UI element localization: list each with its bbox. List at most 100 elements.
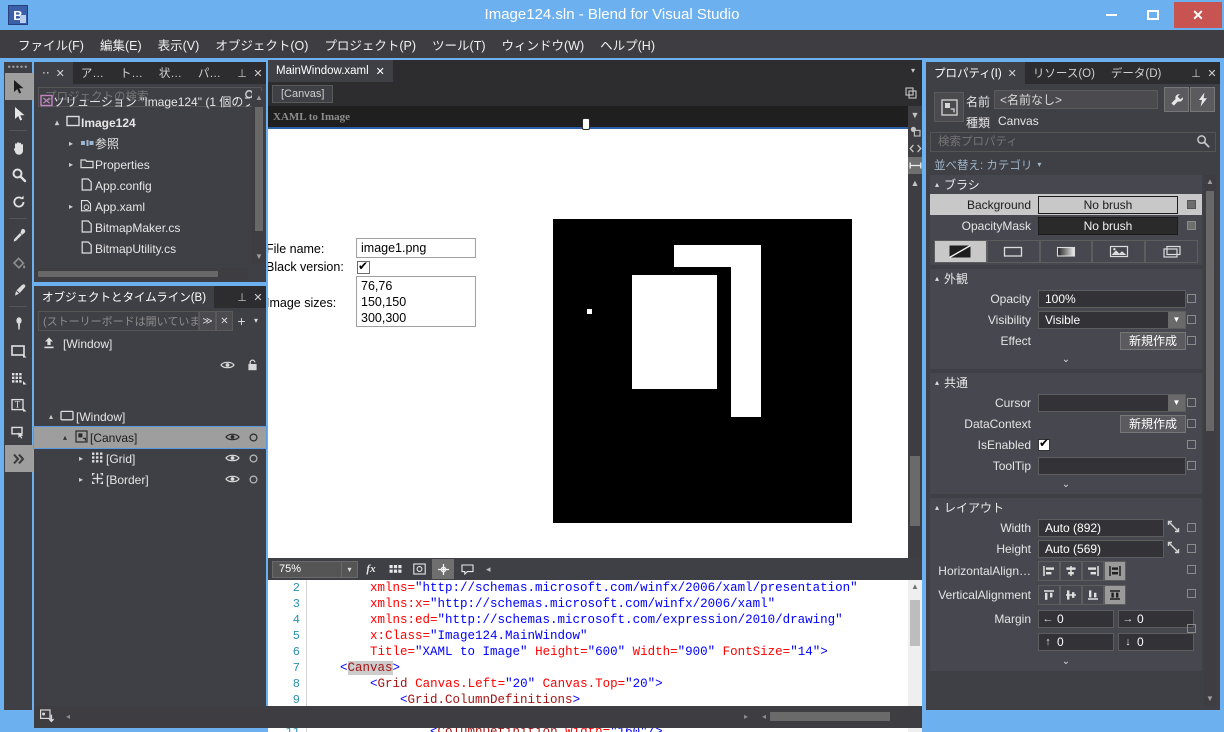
tab-parts[interactable]: パ…	[189, 62, 229, 84]
scroll-down-icon[interactable]: ▼	[1204, 692, 1216, 706]
group-title[interactable]: ▴ 共通	[930, 373, 1202, 392]
status-horizontal-scrollbar[interactable]: ◂ ▸	[62, 709, 752, 724]
annotation-button[interactable]	[456, 559, 478, 579]
file-name-input[interactable]: image1.png	[356, 238, 476, 258]
halign-right-button[interactable]	[1082, 561, 1104, 581]
property-row-width[interactable]: Width Auto (892)	[930, 517, 1202, 538]
visibility-toggle[interactable]	[225, 452, 240, 466]
chevron-down-icon[interactable]: ▴	[50, 118, 64, 127]
advanced-options-icon[interactable]	[1187, 523, 1196, 532]
effect-new-button[interactable]: 新規作成	[1119, 331, 1186, 350]
tree-item-bitmaputility[interactable]: BitmapUtility.cs	[38, 238, 250, 259]
tab-resources[interactable]: リソース(O)	[1024, 62, 1103, 84]
zoom-tool[interactable]	[5, 161, 33, 188]
margin-left-input[interactable]: ← 0	[1038, 609, 1114, 628]
chevron-down-icon[interactable]: ▴	[44, 412, 58, 421]
chevron-right-icon[interactable]: ▸	[64, 202, 78, 211]
halign-stretch-button[interactable]	[1104, 561, 1126, 581]
tree-item-references[interactable]: ▸ 参照	[38, 133, 250, 154]
scroll-right-icon[interactable]: ▸	[744, 712, 748, 721]
panel-close-icon[interactable]: ✕	[250, 286, 266, 308]
xaml-code-icon[interactable]	[908, 140, 922, 157]
datacontext-new-button[interactable]: 新規作成	[1119, 414, 1186, 433]
split-design-icon[interactable]	[908, 123, 922, 140]
tab-mainwindow-xaml[interactable]: MainWindow.xaml ✕	[268, 60, 393, 82]
snap-button[interactable]	[408, 559, 430, 579]
scrollbar-thumb[interactable]	[1206, 191, 1214, 431]
advanced-options-icon[interactable]	[1187, 461, 1196, 470]
tab-properties[interactable]: プロパティ(I) ✕	[926, 62, 1025, 84]
collapse-caret-icon[interactable]: ◂	[478, 564, 499, 575]
chevron-down-icon[interactable]: ▼	[1168, 394, 1185, 411]
pan-tool[interactable]	[5, 134, 33, 161]
menu-project[interactable]: プロジェクト(P)	[316, 31, 424, 58]
storyboard-close-button[interactable]: ✕	[216, 311, 233, 331]
chevron-right-icon[interactable]: ▸	[74, 475, 88, 484]
tab-objects-timeline[interactable]: オブジェクトとタイムライン(B)	[34, 286, 215, 308]
property-row-isenabled[interactable]: IsEnabled	[930, 434, 1202, 455]
advanced-options-icon[interactable]	[1187, 589, 1196, 598]
minimize-button[interactable]	[1090, 2, 1132, 28]
appearance-expand-toggle[interactable]: ⌄	[930, 351, 1202, 367]
property-row-margin-2[interactable]: ↑ 0 ↓ 0	[930, 624, 1202, 653]
property-row-height[interactable]: Height Auto (569)	[930, 538, 1202, 559]
menu-object[interactable]: オブジェクト(O)	[207, 31, 316, 58]
lock-toggle[interactable]	[249, 452, 258, 466]
property-row-opacity[interactable]: Opacity 100%	[930, 288, 1202, 309]
visibility-select[interactable]: Visible ▼	[1038, 310, 1186, 329]
no-brush-tab[interactable]	[934, 240, 987, 263]
tab-states[interactable]: 状…	[150, 62, 190, 84]
scroll-down-icon[interactable]: ▼	[252, 250, 266, 264]
pin-icon[interactable]: ⊥	[234, 286, 250, 308]
design-surface[interactable]: XAML to Image File name: image1.png Blac…	[268, 106, 908, 558]
scroll-left-icon[interactable]: ◂	[66, 712, 70, 721]
scope-up-icon[interactable]	[42, 336, 56, 353]
solution-tree-horizontal-scrollbar[interactable]	[38, 268, 248, 280]
group-title[interactable]: ▴ ブラシ	[930, 175, 1202, 194]
events-view-button[interactable]	[1190, 87, 1215, 112]
textbox-tool[interactable]: T	[5, 391, 33, 418]
scroll-up-icon[interactable]: ▲	[252, 91, 266, 105]
tools-drag-handle[interactable]: •••••	[5, 63, 31, 73]
maximize-button[interactable]	[1132, 2, 1174, 28]
advanced-options-icon[interactable]	[1187, 221, 1196, 230]
chevron-down-icon[interactable]: ▾	[904, 60, 922, 82]
object-item-grid[interactable]: ▸ [Grid]	[34, 448, 266, 469]
group-title[interactable]: ▴ レイアウト	[930, 498, 1202, 517]
property-row-verticalalignment[interactable]: VerticalAlignment	[930, 583, 1202, 607]
pin-icon[interactable]: ⊥	[234, 62, 250, 84]
add-storyboard-button[interactable]: +	[233, 311, 250, 331]
control-tool[interactable]	[5, 418, 33, 445]
tree-item-project[interactable]: ▴ Image124	[38, 112, 250, 133]
opacity-input[interactable]: 100%	[1038, 289, 1186, 308]
panel-close-icon[interactable]: ✕	[1204, 62, 1220, 84]
object-item-border[interactable]: ▸ [Border]	[34, 469, 266, 490]
halign-left-button[interactable]	[1038, 561, 1060, 581]
tab-assets[interactable]: ア…	[72, 62, 112, 84]
object-item-canvas[interactable]: ▴ [Canvas]	[33, 426, 267, 449]
tree-item-solution[interactable]: ソリューション "Image124" (1 個のプロジェ	[38, 91, 250, 112]
advanced-options-icon[interactable]	[1187, 200, 1196, 209]
halign-center-button[interactable]	[1060, 561, 1082, 581]
menu-view[interactable]: 表示(V)	[150, 31, 208, 58]
reset-view-tool[interactable]	[5, 188, 33, 215]
panel-close-icon[interactable]: ✕	[250, 62, 266, 84]
direct-selection-tool[interactable]	[5, 100, 33, 127]
visibility-toggle[interactable]	[225, 431, 240, 445]
brush-tool[interactable]	[5, 276, 33, 303]
margin-right-input[interactable]: → 0	[1118, 609, 1194, 628]
property-row-cursor[interactable]: Cursor ▼	[930, 392, 1202, 413]
storyboard-selector[interactable]: (ストーリーボードは開いていません	[38, 311, 199, 331]
menu-file[interactable]: ファイル(F)	[10, 31, 92, 58]
storyboard-expand-button[interactable]: ≫	[199, 311, 216, 331]
close-button[interactable]: ✕	[1174, 2, 1222, 28]
resize-handle-top[interactable]	[582, 118, 590, 130]
advanced-options-icon[interactable]	[1187, 336, 1196, 345]
copy-icon[interactable]	[905, 87, 917, 102]
chevron-right-icon[interactable]: ▸	[74, 454, 88, 463]
tree-item-bitmapmaker[interactable]: BitmapMaker.cs	[38, 217, 250, 238]
advanced-options-icon[interactable]	[1187, 544, 1196, 553]
brush-resources-tab[interactable]	[1145, 240, 1198, 263]
lock-toggle[interactable]	[249, 431, 258, 445]
lock-toggle[interactable]	[249, 473, 258, 487]
